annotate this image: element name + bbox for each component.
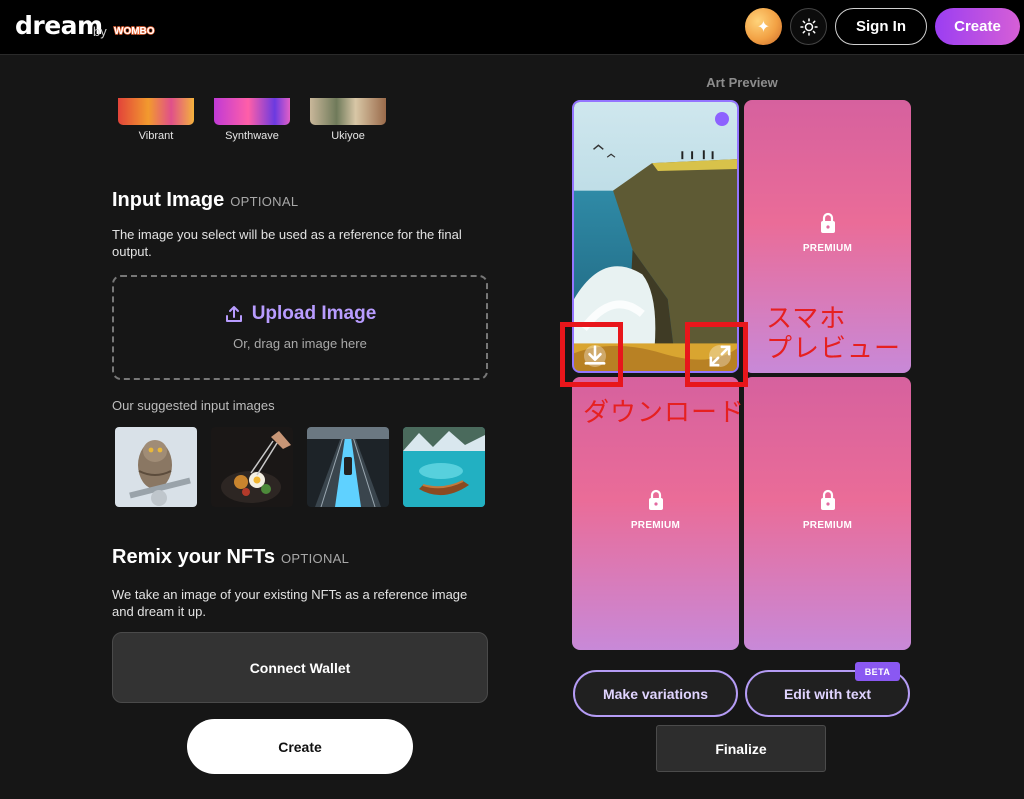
header-create-button[interactable]: Create bbox=[935, 8, 1020, 45]
lock-icon bbox=[648, 489, 663, 510]
suggested-image-escalator[interactable] bbox=[307, 427, 389, 507]
finalize-button[interactable]: Finalize bbox=[656, 725, 826, 772]
upload-hint: Or, drag an image here bbox=[233, 336, 367, 351]
selected-indicator bbox=[715, 112, 729, 126]
input-image-heading: Input Image OPTIONAL bbox=[112, 189, 298, 212]
optional-tag: OPTIONAL bbox=[281, 551, 350, 566]
theme-toggle-button[interactable] bbox=[790, 8, 827, 45]
remix-title: Remix your NFTs bbox=[112, 546, 275, 568]
lock-icon bbox=[820, 489, 835, 510]
sparkle-icon: ✦ bbox=[756, 18, 771, 36]
create-button[interactable]: Create bbox=[187, 719, 413, 774]
user-avatar[interactable]: ✦ bbox=[745, 8, 782, 45]
input-image-title: Input Image bbox=[112, 189, 225, 211]
style-label-vibrant: Vibrant bbox=[138, 130, 174, 142]
top-bar: dream by WOMBO ✦ Sign In Create bbox=[0, 0, 1024, 55]
style-label-ukiyoe: Ukiyoe bbox=[331, 130, 365, 142]
art-preview-title: Art Preview bbox=[706, 75, 778, 90]
style-label-synthwave: Synthwave bbox=[225, 130, 279, 142]
connect-wallet-button[interactable]: Connect Wallet bbox=[112, 632, 488, 703]
suggested-images-label: Our suggested input images bbox=[112, 398, 275, 413]
premium-label: PREMIUM bbox=[802, 520, 853, 531]
premium-label: PREMIUM bbox=[630, 520, 681, 531]
suggested-image-owl[interactable] bbox=[115, 427, 197, 507]
suggested-image-boat[interactable] bbox=[403, 427, 485, 507]
optional-tag: OPTIONAL bbox=[230, 194, 299, 209]
upload-button[interactable]: Upload Image bbox=[114, 303, 486, 325]
style-thumb-synthwave[interactable] bbox=[214, 98, 290, 125]
beta-badge: BETA bbox=[855, 662, 900, 681]
wombo-logo: WOMBO bbox=[113, 25, 155, 37]
dream-logo[interactable]: dream bbox=[15, 11, 103, 40]
suggested-image-food[interactable] bbox=[211, 427, 293, 507]
upload-label: Upload Image bbox=[251, 303, 377, 324]
annotation-phone-preview: スマホ プレビュー bbox=[766, 304, 902, 364]
make-variations-button[interactable]: Make variations bbox=[573, 670, 738, 717]
style-thumb-ukiyoe[interactable] bbox=[310, 98, 386, 125]
sun-icon bbox=[799, 17, 818, 36]
style-thumb-vibrant[interactable] bbox=[118, 98, 194, 125]
annotation-download: ダウンロード bbox=[583, 398, 746, 428]
upload-dropzone[interactable]: Upload Image Or, drag an image here bbox=[112, 275, 488, 380]
lock-icon bbox=[820, 212, 835, 233]
remix-heading: Remix your NFTs OPTIONAL bbox=[112, 546, 349, 569]
annotation-box-download bbox=[560, 322, 623, 387]
input-image-description: The image you select will be used as a r… bbox=[112, 227, 462, 259]
svg-text:WOMBO: WOMBO bbox=[114, 26, 155, 37]
remix-description: We take an image of your existing NFTs a… bbox=[112, 587, 468, 619]
sign-in-button[interactable]: Sign In bbox=[835, 8, 927, 45]
premium-tile-bottom-right[interactable]: PREMIUM bbox=[744, 377, 911, 650]
upload-icon bbox=[225, 306, 242, 322]
logo-by-text: by bbox=[93, 24, 107, 39]
premium-label: PREMIUM bbox=[802, 243, 853, 254]
annotation-box-phone-preview bbox=[685, 322, 748, 387]
